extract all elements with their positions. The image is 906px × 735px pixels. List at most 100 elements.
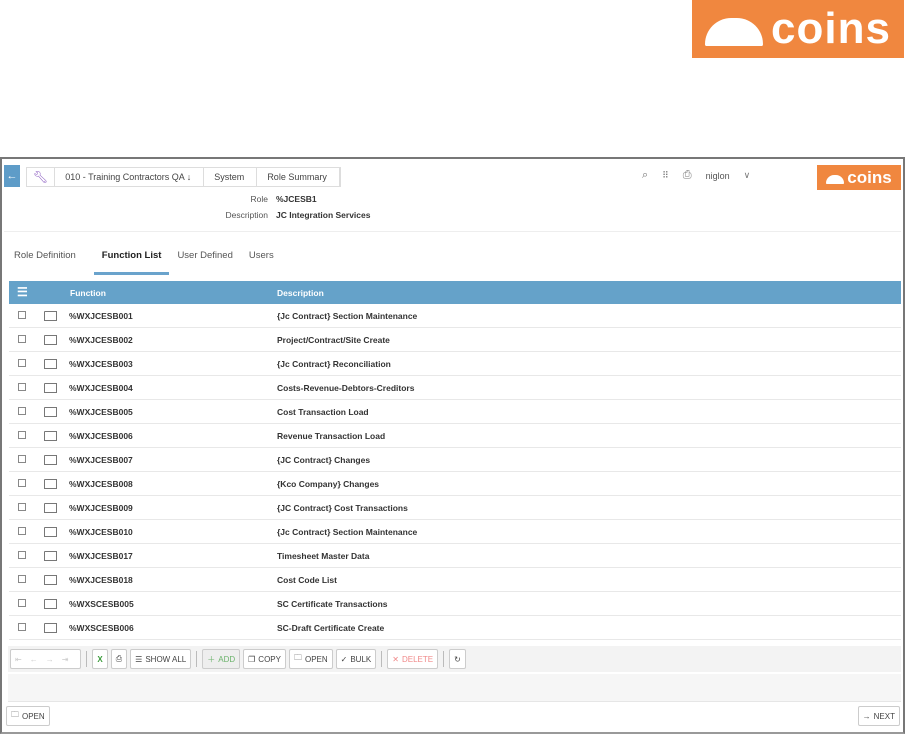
folder-icon[interactable] <box>44 311 57 321</box>
table-row[interactable]: %WXJCESB004 Costs-Revenue-Debtors-Credito… <box>9 376 901 400</box>
copy-button[interactable]: ❐ COPY <box>243 649 286 669</box>
function-code: %WXJCESB009 <box>69 503 133 513</box>
function-code: %WXJCESB010 <box>69 527 133 537</box>
chevron-down-icon[interactable]: ∨ <box>744 170 751 181</box>
row-checkbox[interactable] <box>18 623 26 631</box>
table-row[interactable]: %WXJCESB006 Revenue Transaction Load <box>9 424 901 448</box>
wrench-icon[interactable]: 🔧︎ <box>27 168 56 186</box>
function-description: Revenue Transaction Load <box>277 431 386 441</box>
function-code: %WXJCESB017 <box>69 551 133 561</box>
folder-icon[interactable] <box>44 527 57 537</box>
table-row[interactable]: %WXSCESB005 SC Certificate Transactions <box>9 592 901 616</box>
row-checkbox[interactable] <box>18 455 26 463</box>
apps-grid-icon[interactable]: ⠿ <box>662 170 669 181</box>
folder-icon[interactable] <box>44 623 57 633</box>
function-code: %WXJCESB008 <box>69 479 133 489</box>
folder-icon[interactable] <box>44 551 57 561</box>
column-function[interactable]: Function <box>70 288 106 298</box>
description-label: Description <box>225 210 268 220</box>
folder-icon[interactable] <box>44 335 57 345</box>
app-window: ← 🔧︎ 010 - Training Contractors QA ↓ Sys… <box>0 157 905 734</box>
coins-logo-large: coins <box>692 0 904 58</box>
row-checkbox[interactable] <box>18 359 26 367</box>
table-row[interactable]: %WXJCESB008 {Kco Company} Changes <box>9 472 901 496</box>
breadcrumb-company[interactable]: 010 - Training Contractors QA ↓ <box>55 168 205 186</box>
table-header: ☰ Function Description <box>9 281 901 304</box>
breadcrumb-role-summary[interactable]: Role Summary <box>257 168 340 186</box>
show-all-button[interactable]: ☰ SHOW ALL <box>130 649 192 669</box>
table-row[interactable]: %WXJCESB018 Cost Code List <box>9 568 901 592</box>
table-row[interactable]: %WXJCESB007 {JC Contract} Changes <box>9 448 901 472</box>
function-description: {JC Contract} Changes <box>277 455 371 465</box>
breadcrumb: 🔧︎ 010 - Training Contractors QA ↓ Syste… <box>26 167 341 187</box>
search-icon[interactable]: ⌕ <box>642 169 648 182</box>
row-checkbox[interactable] <box>18 503 26 511</box>
user-menu[interactable]: niglon <box>706 171 730 181</box>
add-button[interactable]: ＋ ADD <box>202 649 241 669</box>
function-code: %WXJCESB001 <box>69 311 133 321</box>
copy-icon: ❐ <box>248 654 256 664</box>
folder-icon: 🗀︎ <box>11 710 19 719</box>
print-button[interactable]: ⎙ <box>110 649 128 669</box>
folder-icon[interactable] <box>44 575 57 585</box>
detail-area <box>8 674 901 702</box>
folder-icon[interactable] <box>44 479 57 489</box>
print-icon[interactable]: ⎙ <box>683 169 692 182</box>
tab-user-defined[interactable]: User Defined <box>169 245 240 275</box>
function-description: Project/Contract/Site Create <box>277 335 390 345</box>
table-row[interactable]: %WXJCESB009 {JC Contract} Cost Transactio… <box>9 496 901 520</box>
row-checkbox[interactable] <box>18 383 26 391</box>
function-description: SC Certificate Transactions <box>277 599 388 609</box>
folder-icon[interactable] <box>44 431 57 441</box>
row-checkbox[interactable] <box>18 527 26 535</box>
row-checkbox[interactable] <box>18 335 26 343</box>
function-description: Cost Transaction Load <box>277 407 369 417</box>
tab-role-definition[interactable]: Role Definition <box>6 245 84 275</box>
table-row[interactable]: %WXSCESB006 SC-Draft Certificate Create <box>9 616 901 640</box>
folder-icon[interactable] <box>44 599 57 609</box>
folder-icon[interactable] <box>44 407 57 417</box>
row-checkbox[interactable] <box>18 431 26 439</box>
folder-icon[interactable] <box>44 455 57 465</box>
tab-function-list[interactable]: Function List <box>93 245 170 275</box>
function-code: %WXSCESB005 <box>69 599 134 609</box>
pagination-buttons[interactable]: ⇤←→⇥ <box>10 649 82 669</box>
row-checkbox[interactable] <box>18 551 26 559</box>
bulk-button[interactable]: ✓ BULK <box>335 649 377 669</box>
column-menu-icon[interactable]: ☰ <box>17 285 28 299</box>
function-description: {Jc Contract} Section Maintenance <box>277 527 418 537</box>
refresh-button[interactable]: ↻ <box>449 649 466 669</box>
row-checkbox[interactable] <box>18 311 26 319</box>
table-row[interactable]: %WXJCESB001 {Jc Contract} Section Mainten… <box>9 304 901 328</box>
row-checkbox[interactable] <box>18 479 26 487</box>
row-checkbox[interactable] <box>18 599 26 607</box>
column-description[interactable]: Description <box>277 288 324 298</box>
function-description: {Jc Contract} Section Maintenance <box>277 311 418 321</box>
folder-icon[interactable] <box>44 503 57 513</box>
excel-export-button[interactable]: X <box>92 649 108 669</box>
delete-button[interactable]: ✕ DELETE <box>387 649 439 669</box>
breadcrumb-system[interactable]: System <box>204 168 258 186</box>
function-code: %WXJCESB002 <box>69 335 133 345</box>
open-button[interactable]: 🗀︎ OPEN <box>288 649 333 669</box>
table-row[interactable]: %WXJCESB010 {Jc Contract} Section Mainten… <box>9 520 901 544</box>
function-description: Cost Code List <box>277 575 337 585</box>
folder-icon[interactable] <box>44 383 57 393</box>
table-row[interactable]: %WXJCESB003 {Jc Contract} Reconciliation <box>9 352 901 376</box>
back-button[interactable]: ← <box>4 165 20 187</box>
function-code: %WXJCESB005 <box>69 407 133 417</box>
footer-next-button[interactable]: → NEXT <box>857 706 900 726</box>
folder-icon[interactable] <box>44 359 57 369</box>
row-checkbox[interactable] <box>18 407 26 415</box>
tab-users[interactable]: Users <box>241 245 282 275</box>
footer-open-button[interactable]: 🗀︎ OPEN <box>6 706 50 726</box>
list-icon: ☰ <box>135 654 143 664</box>
table-row[interactable]: %WXJCESB002 Project/Contract/Site Create <box>9 328 901 352</box>
table-row[interactable]: %WXJCESB005 Cost Transaction Load <box>9 400 901 424</box>
role-value: %JCESB1 <box>276 194 317 204</box>
coins-logo: coins <box>817 165 901 190</box>
description-value: JC Integration Services <box>276 210 371 220</box>
table-row[interactable]: %WXJCESB017 Timesheet Master Data <box>9 544 901 568</box>
row-checkbox[interactable] <box>18 575 26 583</box>
role-label: Role <box>250 194 268 204</box>
